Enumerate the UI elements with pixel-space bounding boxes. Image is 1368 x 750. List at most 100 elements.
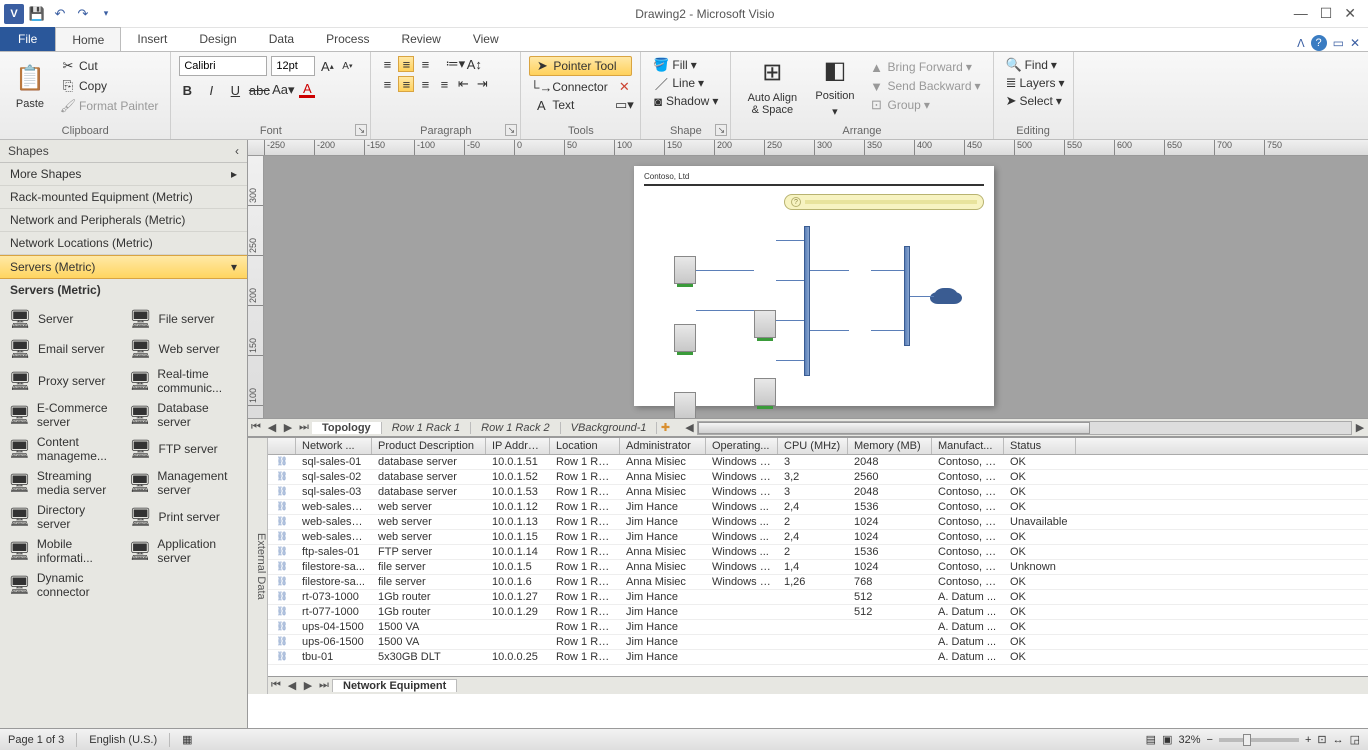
paste-button[interactable]: 📋 Paste [8, 61, 52, 112]
case-icon[interactable]: Aa▾ [275, 82, 291, 98]
italic-icon[interactable]: I [203, 82, 219, 98]
tab-data[interactable]: Data [253, 27, 310, 51]
table-row[interactable]: ⛓sql-sales-03database server10.0.1.53Row… [268, 485, 1368, 500]
format-painter-button[interactable]: 🖌Format Painter [56, 97, 162, 115]
shape-gallery-icon[interactable]: ▭▾ [616, 97, 632, 113]
connection-point-icon[interactable]: ✕ [616, 79, 632, 95]
next-sheet-button[interactable]: ▶ [300, 679, 316, 692]
shape-item[interactable]: 🖥Content manageme... [4, 433, 123, 465]
tab-process[interactable]: Process [310, 27, 385, 51]
collapse-shapes-icon[interactable]: ‹ [235, 144, 239, 158]
maximize-button[interactable]: ☐ [1320, 5, 1333, 22]
position-button[interactable]: ◧Position▾ [809, 53, 860, 120]
table-row[interactable]: ⛓ups-04-15001500 VARow 1 Rack 1Jim Hance… [268, 620, 1368, 635]
close-doc-icon[interactable]: ✕ [1350, 36, 1360, 50]
page-tab-topology[interactable]: Topology [312, 422, 382, 434]
language-indicator[interactable]: English (U.S.) [89, 734, 157, 746]
cut-button[interactable]: ✂Cut [56, 57, 162, 75]
shape-item[interactable]: 🖥Server [4, 305, 123, 333]
shape-item[interactable]: 🖥Mobile informati... [4, 535, 123, 567]
send-backward-button[interactable]: ▼Send Backward ▾ [865, 77, 985, 95]
external-data-tab[interactable]: External Data [248, 438, 268, 694]
table-row[interactable]: ⛓ups-06-15001500 VARow 1 Rack 2Jim Hance… [268, 635, 1368, 650]
indent-icon[interactable]: ⇥ [474, 76, 490, 92]
align-top-icon[interactable]: ≡ [379, 56, 395, 72]
page-indicator[interactable]: Page 1 of 3 [8, 734, 64, 746]
tab-review[interactable]: Review [385, 27, 456, 51]
shape-item[interactable]: 🖥Print server [125, 501, 244, 533]
connector-button[interactable]: └→Connector [529, 78, 611, 96]
underline-icon[interactable]: U [227, 82, 243, 98]
shape-dialog-launcher[interactable]: ↘ [715, 124, 727, 136]
shape-item[interactable]: 🖥Application server [125, 535, 244, 567]
window-options-icon[interactable]: ▭ [1333, 36, 1344, 50]
help-icon[interactable]: ? [1311, 35, 1327, 51]
view-full-icon[interactable]: ▣ [1162, 733, 1172, 746]
close-button[interactable]: ✕ [1344, 5, 1356, 22]
rack-shape[interactable] [674, 392, 696, 418]
pan-zoom-icon[interactable]: ◲ [1350, 733, 1360, 746]
zoom-in-button[interactable]: + [1305, 734, 1311, 746]
column-header[interactable]: Administrator [620, 438, 706, 454]
column-header[interactable]: Manufact... [932, 438, 1004, 454]
shape-item[interactable]: 🖥Email server [4, 335, 123, 363]
bullets-icon[interactable]: ≔▾ [447, 56, 463, 72]
table-row[interactable]: ⛓web-sales-02web server10.0.1.13Row 1 Ra… [268, 515, 1368, 530]
shape-item[interactable]: 🖥Real-time communic... [125, 365, 244, 397]
server-shape[interactable] [754, 378, 776, 406]
align-bottom-icon[interactable]: ≡ [417, 56, 433, 72]
align-center-icon[interactable]: ≡ [398, 76, 414, 92]
macro-record-icon[interactable]: ▦ [182, 733, 192, 746]
grow-font-icon[interactable]: A▴ [319, 58, 335, 74]
table-row[interactable]: ⛓filestore-sa...file server10.0.1.6Row 1… [268, 575, 1368, 590]
shrink-font-icon[interactable]: A▾ [339, 58, 355, 74]
align-middle-icon[interactable]: ≡ [398, 56, 414, 72]
prev-page-button[interactable]: ◀ [264, 421, 280, 434]
shape-item[interactable]: 🖥File server [125, 305, 244, 333]
page-tab-vbackground[interactable]: VBackground-1 [561, 422, 658, 434]
minimize-ribbon-icon[interactable]: ᐱ [1297, 37, 1305, 50]
table-row[interactable]: ⛓tbu-015x30GB DLT10.0.0.25Row 1 Rack 1Ji… [268, 650, 1368, 665]
find-button[interactable]: 🔍Find ▾ [1002, 56, 1065, 74]
tab-design[interactable]: Design [183, 27, 252, 51]
table-row[interactable]: ⛓rt-077-10001Gb router10.0.1.29Row 1 Rac… [268, 605, 1368, 620]
visio-app-icon[interactable]: V [4, 4, 24, 24]
stencil-rack[interactable]: Rack-mounted Equipment (Metric) [0, 186, 247, 209]
last-sheet-button[interactable]: ⏭ [316, 679, 332, 692]
table-row[interactable]: ⛓rt-073-10001Gb router10.0.1.27Row 1 Rac… [268, 590, 1368, 605]
file-tab[interactable]: File [0, 27, 55, 51]
last-page-button[interactable]: ⏭ [296, 421, 312, 434]
stencil-servers[interactable]: Servers (Metric)▾ [0, 255, 247, 279]
save-icon[interactable]: 💾 [27, 4, 47, 24]
align-justify-icon[interactable]: ≡ [436, 76, 452, 92]
tab-insert[interactable]: Insert [121, 27, 183, 51]
column-header[interactable]: Memory (MB) [848, 438, 932, 454]
shadow-button[interactable]: ◙Shadow ▾ [649, 92, 722, 110]
text-tool-button[interactable]: AText [529, 96, 578, 114]
tab-home[interactable]: Home [55, 27, 121, 51]
autoalign-button[interactable]: ⊞Auto Align & Space [739, 55, 805, 118]
stencil-network-periph[interactable]: Network and Peripherals (Metric) [0, 209, 247, 232]
zoom-level[interactable]: 32% [1178, 734, 1200, 746]
paragraph-dialog-launcher[interactable]: ↘ [505, 124, 517, 136]
next-page-button[interactable]: ▶ [280, 421, 296, 434]
font-color-icon[interactable]: A [299, 82, 315, 98]
column-header[interactable]: Network ... [296, 438, 372, 454]
shape-item[interactable]: 🖥Directory server [4, 501, 123, 533]
first-sheet-button[interactable]: ⏮ [268, 679, 284, 692]
page-tab-rack2[interactable]: Row 1 Rack 2 [471, 422, 560, 434]
column-header[interactable]: Location [550, 438, 620, 454]
prev-sheet-button[interactable]: ◀ [284, 679, 300, 692]
column-header[interactable]: CPU (MHz) [778, 438, 848, 454]
shape-item[interactable]: 🖥Web server [125, 335, 244, 363]
text-direction-icon[interactable]: A↕ [466, 56, 482, 72]
new-page-button[interactable]: ✚ [657, 421, 673, 434]
shape-item[interactable]: 🖥Database server [125, 399, 244, 431]
more-shapes-item[interactable]: More Shapes▸ [0, 163, 247, 186]
cloud-shape[interactable] [934, 288, 958, 304]
table-row[interactable]: ⛓filestore-sa...file server10.0.1.5Row 1… [268, 560, 1368, 575]
shape-item[interactable]: 🖥Proxy server [4, 365, 123, 397]
pointer-tool-button[interactable]: ➤Pointer Tool [529, 56, 632, 76]
column-header[interactable]: Status [1004, 438, 1076, 454]
table-row[interactable]: ⛓web-sales-01web server10.0.1.12Row 1 Ra… [268, 500, 1368, 515]
